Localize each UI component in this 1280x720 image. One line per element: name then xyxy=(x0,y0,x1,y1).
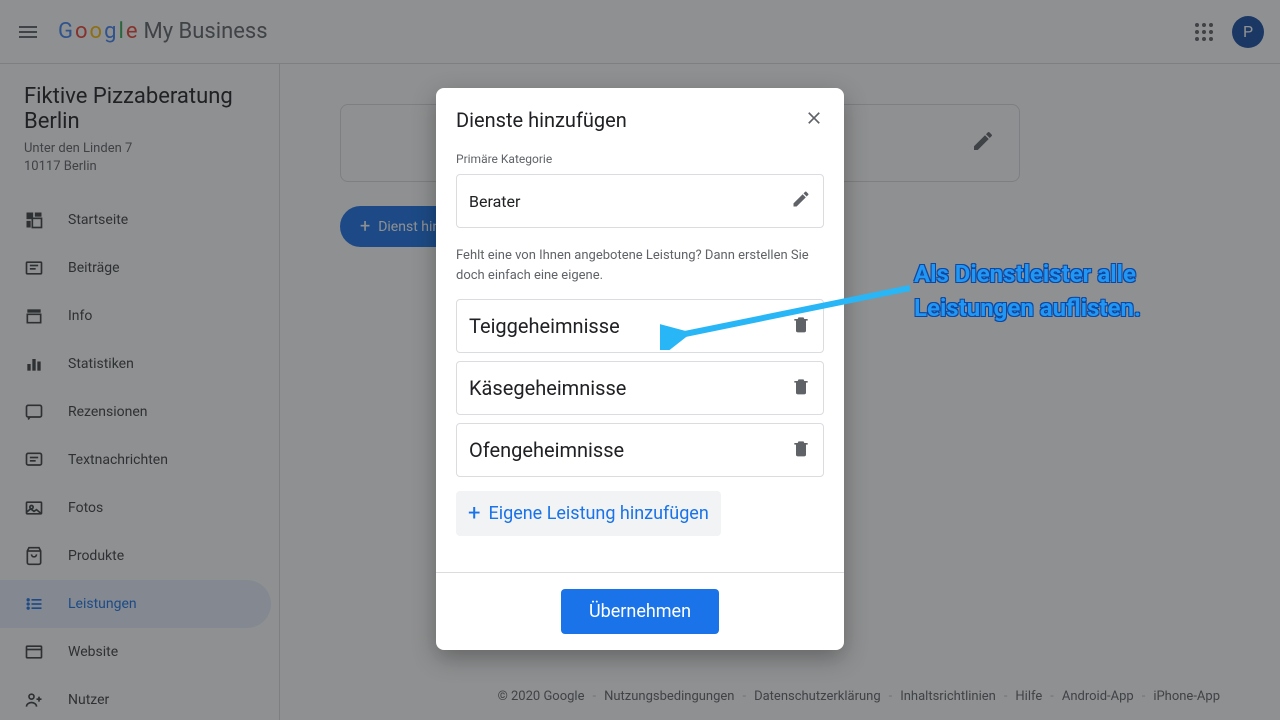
service-name: Ofengeheimnisse xyxy=(469,438,624,462)
service-name: Teiggeheimnisse xyxy=(469,314,620,338)
helper-text: Fehlt eine von Ihnen angebotene Leistung… xyxy=(456,246,824,285)
service-item[interactable]: Käsegeheimnisse xyxy=(456,361,824,415)
service-name: Käsegeheimnisse xyxy=(469,376,626,400)
category-value: Berater xyxy=(469,192,520,211)
add-own-service-button[interactable]: + Eigene Leistung hinzufügen xyxy=(456,491,721,536)
annotation-text: Als Dienstleister alle Leistungen auflis… xyxy=(914,258,1141,325)
plus-icon: + xyxy=(468,501,480,526)
category-field[interactable]: Berater xyxy=(456,174,824,228)
dialog-title: Dienste hinzufügen xyxy=(456,108,627,132)
close-icon[interactable] xyxy=(804,108,824,132)
category-label: Primäre Kategorie xyxy=(456,152,824,166)
trash-icon[interactable] xyxy=(791,376,811,400)
service-item[interactable]: Ofengeheimnisse xyxy=(456,423,824,477)
add-services-dialog: Dienste hinzufügen Primäre Kategorie Ber… xyxy=(436,88,844,650)
add-own-label: Eigene Leistung hinzufügen xyxy=(488,503,708,524)
submit-button[interactable]: Übernehmen xyxy=(561,589,719,634)
service-item[interactable]: Teiggeheimnisse xyxy=(456,299,824,353)
trash-icon[interactable] xyxy=(791,314,811,338)
edit-icon[interactable] xyxy=(791,189,811,213)
trash-icon[interactable] xyxy=(791,438,811,462)
